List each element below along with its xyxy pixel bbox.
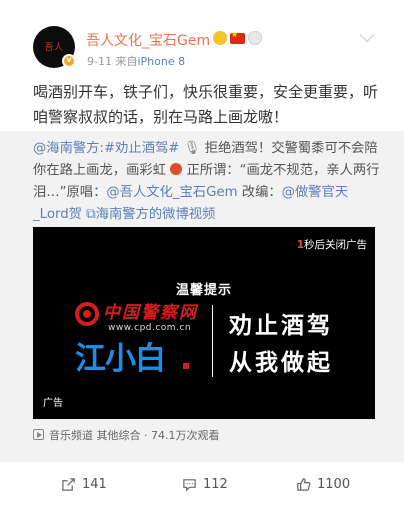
ad-tip-title: 温馨提示 (175, 283, 232, 298)
tomato-face-icon (170, 163, 183, 175)
post-meta: 9-11 来自iPhone 8 (87, 53, 185, 69)
comment-button[interactable]: 112 (182, 474, 228, 494)
video-meta-text: 音乐频道 其他综合 · 74.1万次观看 (49, 429, 220, 442)
like-button[interactable]: 1100 (296, 474, 350, 494)
slogan-line-2: 从我做起 (229, 350, 333, 376)
verified-badge-icon: v (62, 54, 76, 68)
video-link-icon: ⧉ (86, 207, 96, 222)
brand-dot (183, 363, 189, 369)
repost-author-link[interactable]: @海南警方 (33, 141, 99, 156)
play-icon (33, 429, 44, 440)
medal-icon (248, 31, 262, 45)
comment-icon (183, 478, 196, 492)
cpd-name: 中国警察网 (103, 303, 198, 323)
avatar-logo-text: 吾人 (44, 43, 64, 53)
cpd-url: www.cpd.com.cn (108, 323, 192, 333)
ad-close-countdown[interactable]: 1秒后关闭广告 (297, 237, 367, 252)
verified-badge-label: v (66, 55, 72, 64)
smiling-face-icon (213, 31, 227, 45)
original-author-link[interactable]: @吾人文化_宝石Gem (106, 185, 237, 200)
video-meta: 音乐频道 其他综合 · 74.1万次观看 (33, 427, 219, 443)
video-link[interactable]: 海南警方的微博视频 (96, 207, 216, 222)
ad-divider (212, 305, 213, 377)
hashtag-link[interactable]: :#劝止酒驾# (99, 141, 179, 156)
repost-text: @海南警方:#劝止酒驾# 🎙 拒绝酒驾！交警蜀黍可不会陪你在路上画龙，画彩虹 正… (33, 138, 383, 226)
share-icon (62, 477, 75, 491)
like-count: 1100 (317, 476, 351, 492)
chevron-down-icon[interactable] (359, 27, 375, 43)
share-count: 141 (82, 476, 107, 492)
slogan-line-1: 劝止酒驾 (229, 313, 333, 339)
post-text: 喝酒别开车，铁子们，快乐很重要，安全更重要，听咱警察叔叔的话，别在马路上画龙嗷！ (33, 83, 379, 126)
share-button[interactable]: 141 (61, 474, 107, 494)
author-badges (213, 30, 262, 46)
post-date: 9-11 (87, 55, 112, 68)
action-bar: 141 112 1100 (0, 462, 404, 507)
repost-text-part3: 改编： (237, 185, 282, 200)
repost-card[interactable]: @海南警方:#劝止酒驾# 🎙 拒绝酒驾！交警蜀黍可不会陪你在路上画龙，画彩虹 正… (0, 131, 404, 462)
author-name[interactable]: 吾人文化_宝石Gem (86, 30, 210, 50)
device-link[interactable]: iPhone 8 (137, 55, 185, 68)
ad-countdown-number: 1 (296, 239, 304, 251)
thumbs-up-icon (297, 477, 311, 491)
ad-label: 广告 (43, 398, 63, 409)
brand-logo-text: 江小白 (75, 341, 166, 377)
microphone-icon: 🎙 (183, 141, 201, 156)
cpd-logo-icon (75, 302, 99, 326)
comment-count: 112 (203, 476, 228, 492)
video-ad-player[interactable]: 1秒后关闭广告 温馨提示 中国警察网 www.cpd.com.cn 江小白 劝止… (33, 227, 375, 419)
ad-close-text: 秒后关闭广告 (304, 239, 367, 251)
source-prefix: 来自 (115, 55, 138, 68)
china-flag-icon (230, 30, 245, 44)
post-header: 吾人 v 吾人文化_宝石Gem 9-11 来自iPhone 8 (0, 0, 404, 72)
